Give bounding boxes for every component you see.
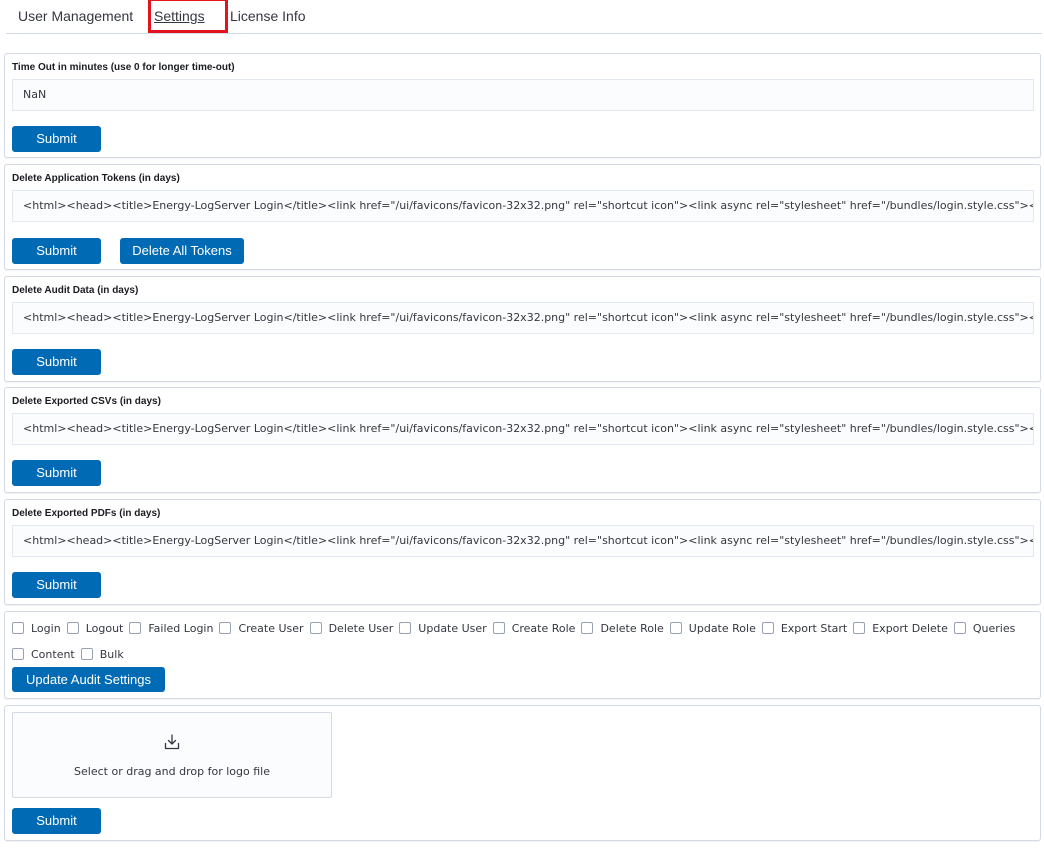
checkbox-label: Bulk	[99, 647, 124, 661]
checkbox-label: Create User	[238, 621, 304, 635]
checkbox[interactable]	[581, 622, 594, 634]
logo-submit-button[interactable]: Submit	[12, 808, 101, 834]
checkbox[interactable]	[12, 648, 24, 660]
pdfs-panel: Delete Exported PDFs (in days) <html><he…	[4, 499, 1041, 605]
tab-user-management[interactable]: User Management	[18, 0, 133, 32]
audit-options-row-1: Login Logout Failed Login Create User Delete…	[12, 619, 1021, 637]
checkbox-label: Export Start	[780, 621, 848, 635]
audit-option-export-start[interactable]: Export Start	[761, 621, 848, 635]
audit-option-delete-user[interactable]: Delete User	[309, 621, 394, 635]
checkbox-label: Delete Role	[600, 621, 664, 635]
checkbox-label: Content	[31, 647, 75, 661]
audit-option-content[interactable]: Content	[12, 648, 75, 661]
tokens-label: Delete Application Tokens (in days)	[12, 173, 180, 184]
tab-bar: User Management Settings License Info	[6, 0, 1042, 34]
audit-option-queries[interactable]: Queries	[953, 621, 1016, 635]
timeout-submit-button[interactable]: Submit	[12, 126, 101, 152]
audit-option-failed-login[interactable]: Failed Login	[129, 622, 213, 635]
checkbox-label: Delete User	[328, 621, 394, 635]
checkbox[interactable]	[12, 622, 24, 634]
timeout-input[interactable]: NaN	[12, 79, 1034, 111]
tokens-submit-button[interactable]: Submit	[12, 238, 101, 264]
pdfs-label: Delete Exported PDFs (in days)	[12, 508, 161, 519]
checkbox[interactable]	[953, 622, 966, 634]
logo-dropzone[interactable]: Select or drag and drop for logo file	[12, 712, 332, 798]
audit-option-update-role[interactable]: Update Role	[669, 621, 756, 635]
checkbox[interactable]	[129, 622, 142, 634]
checkbox-label: Login	[31, 621, 61, 635]
checkbox-label: Queries	[972, 621, 1016, 635]
checkbox[interactable]	[309, 622, 322, 634]
csvs-panel: Delete Exported CSVs (in days) <html><he…	[4, 387, 1041, 493]
pdfs-input[interactable]: <html><head><title>Energy-LogServer Logi…	[12, 525, 1034, 557]
checkbox-label: Failed Login	[148, 621, 214, 635]
checkbox[interactable]	[853, 622, 866, 634]
audit-option-export-delete[interactable]: Export Delete	[853, 622, 948, 635]
csvs-submit-button[interactable]: Submit	[12, 460, 101, 486]
tokens-input[interactable]: <html><head><title>Energy-LogServer Logi…	[12, 190, 1034, 222]
checkbox-label: Update Role	[688, 621, 756, 635]
csvs-label: Delete Exported CSVs (in days)	[12, 396, 161, 407]
checkbox[interactable]	[66, 622, 79, 634]
delete-all-tokens-button[interactable]: Delete All Tokens	[120, 238, 244, 264]
checkbox[interactable]	[399, 622, 412, 634]
checkbox-label: Update User	[418, 621, 487, 635]
audit-option-create-role[interactable]: Create Role	[492, 621, 576, 635]
audit-options-row-2: Content Bulk	[12, 645, 130, 663]
checkbox[interactable]	[80, 648, 93, 660]
logo-dropzone-text: Select or drag and drop for logo file	[74, 765, 270, 778]
checkbox-label: Logout	[85, 621, 124, 635]
audit-data-input[interactable]: <html><head><title>Energy-LogServer Logi…	[12, 302, 1034, 334]
logo-panel: Select or drag and drop for logo file Su…	[4, 705, 1041, 841]
pdfs-submit-button[interactable]: Submit	[12, 572, 101, 598]
checkbox[interactable]	[492, 622, 505, 634]
audit-settings-panel: Login Logout Failed Login Create User Delete…	[4, 611, 1041, 699]
tab-license-info[interactable]: License Info	[230, 0, 306, 32]
timeout-panel: Time Out in minutes (use 0 for longer ti…	[4, 53, 1041, 158]
audit-data-submit-button[interactable]: Submit	[12, 349, 101, 375]
audit-data-panel: Delete Audit Data (in days) <html><head>…	[4, 276, 1041, 382]
timeout-label: Time Out in minutes (use 0 for longer ti…	[12, 62, 235, 73]
audit-option-login[interactable]: Login	[12, 622, 61, 635]
audit-option-delete-role[interactable]: Delete Role	[581, 621, 664, 635]
checkbox[interactable]	[761, 622, 774, 634]
checkbox-label: Export Delete	[872, 621, 948, 635]
audit-option-update-user[interactable]: Update User	[399, 621, 487, 635]
audit-option-logout[interactable]: Logout	[66, 621, 124, 635]
checkbox[interactable]	[669, 622, 682, 634]
audit-option-bulk[interactable]: Bulk	[80, 647, 124, 661]
download-tray-icon	[164, 734, 180, 750]
audit-data-label: Delete Audit Data (in days)	[12, 285, 139, 296]
active-tab-highlight	[148, 0, 228, 33]
checkbox[interactable]	[219, 622, 232, 634]
checkbox-label: Create Role	[511, 621, 576, 635]
csvs-input[interactable]: <html><head><title>Energy-LogServer Logi…	[12, 413, 1034, 445]
tokens-panel: Delete Application Tokens (in days) <htm…	[4, 164, 1041, 270]
update-audit-settings-button[interactable]: Update Audit Settings	[12, 667, 165, 692]
audit-option-create-user[interactable]: Create User	[219, 621, 304, 635]
